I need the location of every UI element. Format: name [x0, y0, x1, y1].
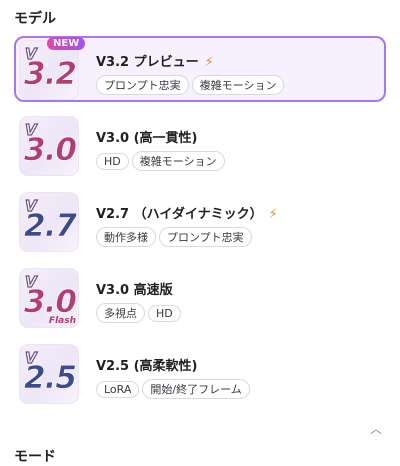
model-card-v3-0[interactable]: V 3.0 V3.0 (高一貫性) HD 複雑モーション [14, 112, 386, 178]
model-tags: HD 複雑モーション [96, 150, 228, 171]
model-card-v2-7[interactable]: V 2.7 V2.7 （ハイダイナミック） ⚡ 動作多様 プロンプト忠実 [14, 188, 386, 254]
model-tags: 多視点 HD [96, 302, 184, 323]
model-card-v2-5[interactable]: V 2.5 V2.5 (高柔軟性) LoRA 開始/終了フレーム [14, 340, 386, 406]
model-tag: プロンプト忠実 [96, 75, 189, 95]
model-tag: 開始/終了フレーム [142, 379, 250, 399]
model-tags: 動作多様 プロンプト忠実 [96, 226, 255, 247]
model-card-v3-2[interactable]: V 3.2 NEW V3.2 プレビュー ⚡ プロンプト忠実 複雑モーション [14, 36, 386, 102]
model-name-text: V2.7 （ハイダイナミック） [96, 207, 263, 222]
lightning-icon: ⚡ [268, 207, 278, 222]
model-thumbnail: V 3.0 [19, 116, 79, 176]
thumbnail-version-number: 3.0 [24, 284, 78, 321]
model-tags: プロンプト忠実 複雑モーション [96, 74, 287, 95]
model-card-v3-0-flash[interactable]: V 3.0 Flash V3.0 高速版 多視点 HD [14, 264, 386, 330]
model-tag: 複雑モーション [131, 151, 225, 171]
model-name: V3.0 (高一貫性) [96, 127, 198, 146]
model-tag: HD [96, 153, 129, 170]
new-badge: NEW [47, 37, 86, 50]
chevron-up-icon[interactable]: ︿ [370, 420, 382, 437]
model-thumbnail: V 3.0 Flash [19, 268, 79, 328]
model-tag: 多視点 [96, 303, 145, 323]
model-thumbnail: V 2.7 [19, 192, 79, 252]
model-name-text: V3.2 プレビュー [96, 55, 199, 70]
model-tag: 動作多様 [96, 227, 156, 247]
model-name: V3.0 高速版 [96, 279, 173, 298]
model-tag: 複雑モーション [191, 75, 285, 95]
model-name: V3.2 プレビュー ⚡ [96, 51, 214, 70]
model-tag: プロンプト忠実 [159, 227, 252, 247]
thumbnail-version-number: 3.0 [24, 132, 78, 169]
model-name-text: V3.0 (高一貫性) [96, 131, 198, 146]
model-name: V2.7 （ハイダイナミック） ⚡ [96, 203, 278, 222]
thumbnail-flash-label: Flash [48, 316, 76, 326]
model-tag: HD [148, 305, 181, 322]
thumbnail-version-number: 3.2 [24, 56, 78, 93]
models-section-title: モデル [14, 11, 56, 27]
model-thumbnail: V 2.5 [19, 344, 79, 404]
thumbnail-version-number: 2.7 [24, 208, 78, 245]
model-tags: LoRA 開始/終了フレーム [96, 378, 253, 399]
model-list: V 3.2 NEW V3.2 プレビュー ⚡ プロンプト忠実 複雑モーション V 3… [14, 36, 386, 416]
model-name: V2.5 (高柔軟性) [96, 355, 198, 374]
mode-section-title: モード [14, 449, 56, 465]
model-name-text: V3.0 高速版 [96, 283, 173, 298]
model-tag: LoRA [96, 381, 140, 398]
lightning-icon: ⚡ [204, 55, 214, 70]
thumbnail-version-number: 2.5 [24, 360, 78, 397]
model-name-text: V2.5 (高柔軟性) [96, 359, 198, 374]
